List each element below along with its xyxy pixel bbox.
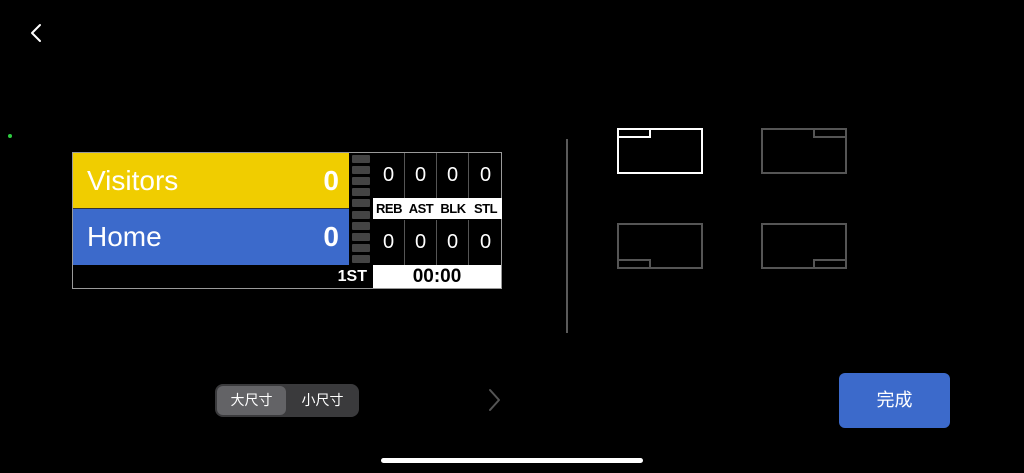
layout-corner-marker	[813, 259, 847, 269]
layout-option-top-left[interactable]	[617, 128, 703, 174]
stat-label-stl: STL	[473, 201, 498, 216]
foul-bar	[352, 188, 370, 196]
foul-bar	[352, 244, 370, 252]
foul-indicator	[350, 153, 372, 265]
scoreboard-preview: Visitors 0 Home 0 0 0 0 0 REB AST BLK ST…	[72, 152, 502, 289]
home-indicator	[381, 458, 643, 463]
home-row: Home 0	[73, 209, 349, 265]
stat-label-reb: REB	[376, 201, 402, 216]
layout-option-bottom-left[interactable]	[617, 223, 703, 269]
game-clock: 00:00	[373, 265, 501, 288]
visitors-blk: 0	[437, 153, 469, 198]
foul-bar	[352, 211, 370, 219]
foul-bar	[352, 177, 370, 185]
visitors-stl: 0	[479, 164, 492, 186]
home-reb: 0	[373, 220, 405, 265]
foul-bar	[352, 255, 370, 263]
stat-label-blk: BLK	[440, 201, 466, 216]
period-label: 1ST	[337, 268, 367, 285]
status-dot	[8, 134, 12, 138]
layout-option-bottom-right[interactable]	[761, 223, 847, 269]
home-stl: 0	[479, 231, 492, 253]
foul-bar	[352, 222, 370, 230]
chevron-left-icon	[31, 24, 41, 42]
visitors-row: Visitors 0	[73, 153, 349, 209]
scoreboard-footer: 1ST 00:00	[73, 265, 501, 288]
visitors-name: Visitors	[87, 165, 179, 196]
layout-corner-marker	[617, 259, 651, 269]
size-toggle: 大尺寸 小尺寸	[215, 384, 359, 417]
foul-bar	[352, 233, 370, 241]
layout-corner-marker	[813, 128, 847, 138]
home-score: 0	[323, 221, 339, 252]
foul-bar	[352, 199, 370, 207]
chevron-right-icon	[489, 389, 500, 411]
done-button[interactable]: 完成	[839, 373, 950, 428]
visitors-score: 0	[323, 165, 339, 196]
back-button[interactable]	[26, 22, 48, 44]
divider	[566, 139, 568, 333]
size-small-segment[interactable]: 小尺寸	[288, 386, 357, 415]
stat-label-ast: AST	[408, 201, 434, 216]
next-button[interactable]	[485, 387, 503, 413]
stats-grid: 0 0 0 0 REB AST BLK STL 0 0 0 0	[373, 153, 502, 265]
size-large-segment[interactable]: 大尺寸	[217, 386, 286, 415]
foul-bar	[352, 155, 370, 163]
layout-corner-marker	[617, 128, 651, 138]
home-blk: 0	[437, 220, 469, 265]
home-ast: 0	[405, 220, 437, 265]
layout-option-top-right[interactable]	[761, 128, 847, 174]
visitors-ast: 0	[405, 153, 437, 198]
visitors-reb: 0	[373, 153, 405, 198]
stat-labels: REB AST BLK STL	[373, 198, 502, 219]
home-name: Home	[87, 221, 162, 252]
foul-bar	[352, 166, 370, 174]
